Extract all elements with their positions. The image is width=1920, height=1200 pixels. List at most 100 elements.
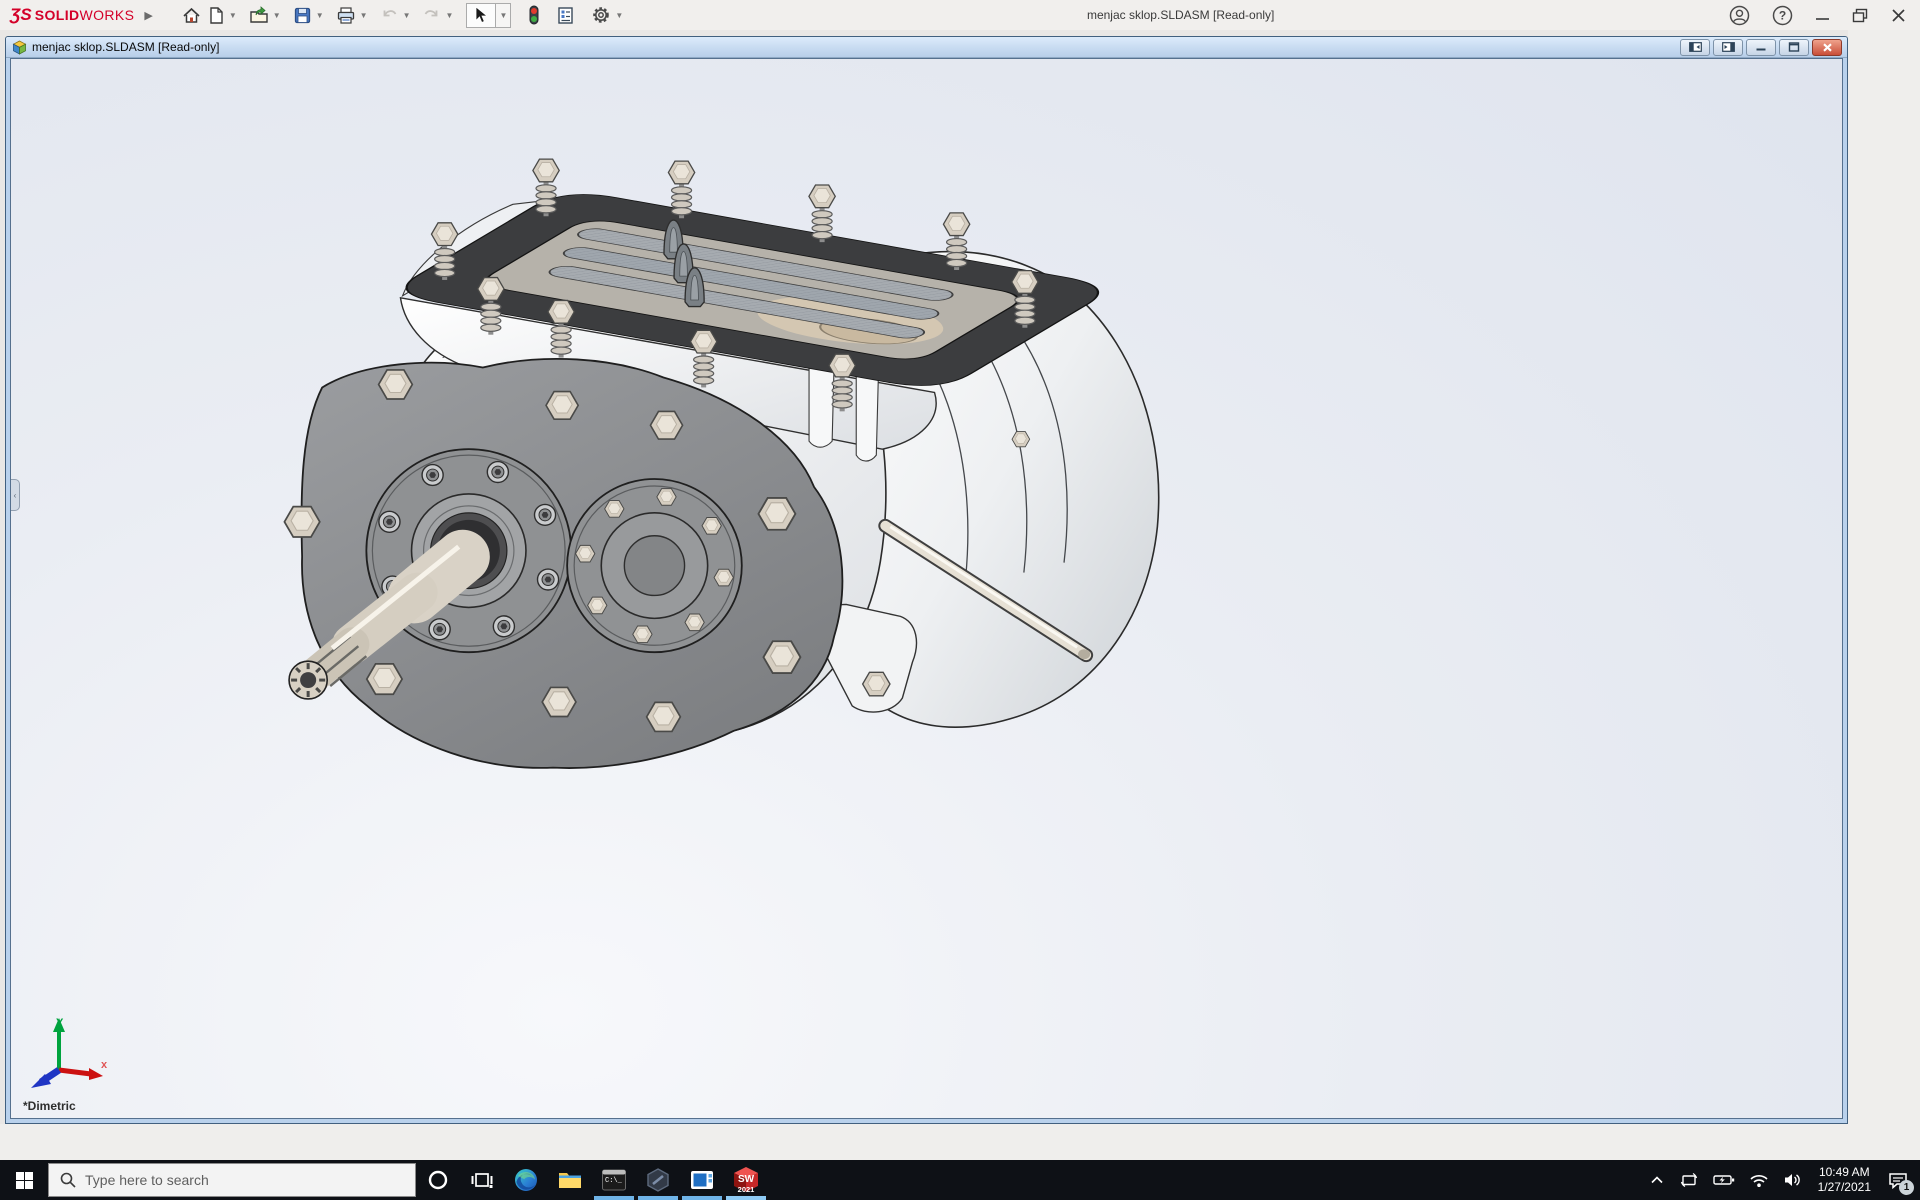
command-prompt-icon: C:\_ (601, 1167, 627, 1193)
select-tool-dropdown[interactable]: ▼ (496, 3, 511, 28)
new-document-dropdown[interactable]: ▼ (229, 11, 237, 20)
document-title: menjac sklop.SLDASM [Read-only] (32, 40, 219, 54)
save-icon (293, 6, 312, 25)
open-icon (249, 6, 269, 25)
wifi-icon (1749, 1173, 1769, 1188)
select-tool-button[interactable] (466, 3, 496, 28)
print-icon (336, 6, 356, 25)
open-dropdown[interactable]: ▼ (273, 11, 281, 20)
status-area (0, 1124, 1920, 1160)
document-window: menjac sklop.SLDASM [Read-only] (5, 36, 1848, 1124)
orientation-triad[interactable]: Y x (27, 1014, 111, 1092)
select-cursor-icon (474, 6, 488, 24)
pane-left-icon (1689, 42, 1702, 52)
search-input[interactable] (85, 1172, 385, 1188)
file-explorer-button[interactable] (548, 1160, 592, 1200)
task-view-icon (471, 1169, 493, 1191)
options-button[interactable] (588, 2, 614, 28)
minimize-button[interactable] (1815, 8, 1830, 23)
home-icon (182, 6, 201, 25)
windows-logo-icon (16, 1172, 33, 1189)
sw-letters: SW (738, 1174, 755, 1185)
print-button[interactable] (333, 2, 359, 28)
file-properties-icon (556, 6, 575, 25)
doc-minimize-button[interactable] (1746, 39, 1776, 56)
sw-year: 2021 (738, 1185, 755, 1194)
media-app-icon (689, 1167, 715, 1193)
open-button[interactable] (246, 2, 272, 28)
hidden-icons-button[interactable] (1642, 1160, 1672, 1200)
options-dropdown[interactable]: ▼ (615, 11, 623, 20)
running-indicator-active (726, 1196, 766, 1200)
new-document-icon (207, 6, 225, 25)
doc-close-icon (1822, 43, 1833, 52)
file-explorer-icon (557, 1167, 583, 1193)
taskbar: C:\_ SW 2021 (0, 1160, 1920, 1200)
clock-date: 1/27/2021 (1818, 1180, 1871, 1195)
pane-right-icon (1722, 42, 1735, 52)
start-button[interactable] (0, 1160, 48, 1200)
triad-x-label: x (101, 1059, 108, 1071)
rebuild-button[interactable] (525, 2, 543, 28)
edge-button[interactable] (504, 1160, 548, 1200)
close-button[interactable] (1891, 8, 1906, 23)
triad-y-label: Y (56, 1017, 64, 1029)
document-titlebar[interactable]: menjac sklop.SLDASM [Read-only] (6, 37, 1847, 58)
taskbar-search[interactable] (48, 1163, 416, 1197)
svg-text:?: ? (1779, 8, 1786, 22)
battery-charging-icon (1713, 1173, 1735, 1187)
action-center-button[interactable]: 1 (1880, 1160, 1920, 1200)
window-title: menjac sklop.SLDASM [Read-only] (632, 8, 1729, 22)
home-button[interactable] (179, 2, 204, 28)
options-gear-icon (591, 5, 611, 25)
doc-close-button[interactable] (1812, 39, 1842, 56)
app-titlebar[interactable]: ƷS SOLID WORKS ▶ ▼ (0, 0, 1920, 30)
command-prompt-button[interactable]: C:\_ (592, 1160, 636, 1200)
rebuild-traffic-light-icon (528, 5, 540, 25)
account-icon[interactable] (1729, 5, 1750, 26)
clock-time: 10:49 AM (1818, 1165, 1871, 1180)
graphics-viewport[interactable]: Y x *Dimetric ‹ (10, 58, 1843, 1119)
doc-minimize-icon (1755, 42, 1767, 52)
solidworks-taskbar-button[interactable]: SW 2021 (724, 1160, 768, 1200)
app-background-right (1848, 30, 1920, 1124)
clock[interactable]: 10:49 AM 1/27/2021 (1809, 1165, 1880, 1195)
redo-dropdown[interactable]: ▼ (445, 11, 453, 20)
restore-button[interactable] (1852, 8, 1869, 23)
save-dropdown[interactable]: ▼ (316, 11, 324, 20)
gearbox-assembly-model (11, 59, 1842, 1118)
doc-pane-left-button[interactable] (1680, 39, 1710, 56)
solidworks-taskbar-icon: SW 2021 (731, 1165, 761, 1195)
new-document-button[interactable] (204, 2, 228, 28)
window-controls: ? (1729, 5, 1906, 26)
wifi-button[interactable] (1742, 1160, 1776, 1200)
quick-access-toolbar: ▼ ▼ ▼ (179, 2, 632, 28)
doc-pane-right-button[interactable] (1713, 39, 1743, 56)
battery-button[interactable] (1706, 1160, 1742, 1200)
solidworks-logo-glyph: ƷS (10, 5, 32, 25)
media-app-button[interactable] (680, 1160, 724, 1200)
undo-icon (380, 6, 399, 24)
cast-button[interactable] (1672, 1160, 1706, 1200)
undo-button[interactable] (377, 2, 402, 28)
cortana-button[interactable] (416, 1160, 460, 1200)
command-prompt-text: C:\_ (605, 1177, 623, 1185)
hexagon-app-button[interactable] (636, 1160, 680, 1200)
volume-button[interactable] (1776, 1160, 1809, 1200)
file-properties-button[interactable] (553, 2, 578, 28)
undo-dropdown[interactable]: ▼ (403, 11, 411, 20)
doc-restore-button[interactable] (1779, 39, 1809, 56)
task-view-button[interactable] (460, 1160, 504, 1200)
help-icon[interactable]: ? (1772, 5, 1793, 26)
running-indicator (682, 1196, 722, 1200)
cast-icon (1679, 1171, 1699, 1189)
volume-icon (1783, 1172, 1802, 1188)
menu-flyout-arrow[interactable]: ▶ (144, 9, 152, 22)
save-button[interactable] (290, 2, 315, 28)
assembly-document-icon (12, 40, 27, 55)
panel-collapse-tab[interactable]: ‹ (11, 479, 20, 511)
print-dropdown[interactable]: ▼ (360, 11, 368, 20)
running-indicator (638, 1196, 678, 1200)
solidworks-logo: ƷS SOLID WORKS (10, 5, 134, 25)
redo-button[interactable] (419, 2, 444, 28)
